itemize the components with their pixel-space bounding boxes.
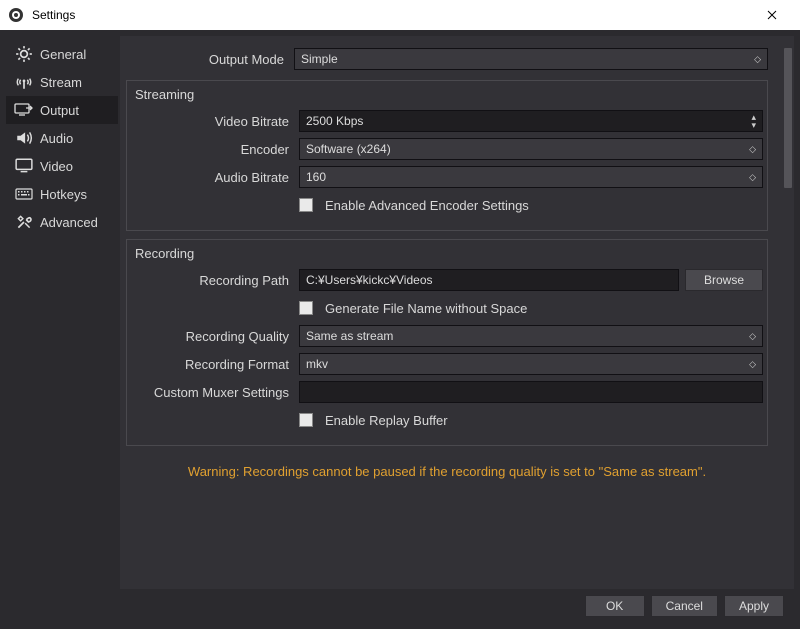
sidebar-item-advanced[interactable]: Advanced [6, 208, 118, 236]
select-value: Software (x264) [306, 142, 391, 156]
main-area: General Stream Output [6, 36, 794, 589]
scrollbar[interactable] [782, 46, 794, 579]
antenna-icon [14, 74, 34, 90]
monitor-arrow-icon [14, 102, 34, 118]
sidebar-item-hotkeys[interactable]: Hotkeys [6, 180, 118, 208]
recording-format-select[interactable]: mkv ◇ [299, 353, 763, 375]
output-mode-label: Output Mode [126, 52, 294, 67]
video-bitrate-label: Video Bitrate [131, 114, 299, 129]
sidebar-item-audio[interactable]: Audio [6, 124, 118, 152]
encoder-label: Encoder [131, 142, 299, 157]
select-value: Same as stream [306, 329, 393, 343]
settings-window: Settings General Stream [0, 0, 800, 629]
scroll-thumb[interactable] [784, 48, 792, 188]
sidebar-item-general[interactable]: General [6, 40, 118, 68]
speaker-icon [14, 130, 34, 146]
tools-icon [14, 214, 34, 230]
sidebar-item-label: Output [40, 103, 79, 118]
custom-muxer-label: Custom Muxer Settings [131, 385, 299, 400]
monitor-icon [14, 158, 34, 174]
sidebar-item-video[interactable]: Video [6, 152, 118, 180]
select-value: Simple [301, 52, 338, 66]
recording-quality-select[interactable]: Same as stream ◇ [299, 325, 763, 347]
sidebar-item-label: Hotkeys [40, 187, 87, 202]
generate-filename-label: Generate File Name without Space [325, 301, 527, 316]
streaming-title: Streaming [131, 87, 763, 108]
recording-path-label: Recording Path [131, 273, 299, 288]
encoder-select[interactable]: Software (x264) ◇ [299, 138, 763, 160]
sidebar-item-label: Video [40, 159, 73, 174]
content-inner: Output Mode Simple ◇ Streaming Video Bit… [120, 46, 782, 579]
sidebar-item-output[interactable]: Output [6, 96, 118, 124]
recording-format-label: Recording Format [131, 357, 299, 372]
generate-filename-checkbox[interactable] [299, 301, 313, 315]
recording-path-input[interactable]: C:¥Users¥kickc¥Videos [299, 269, 679, 291]
window-title: Settings [32, 8, 752, 22]
input-value: 2500 Kbps [306, 114, 363, 128]
enable-replay-buffer-label: Enable Replay Buffer [325, 413, 448, 428]
recording-title: Recording [131, 246, 763, 267]
sidebar-item-label: Stream [40, 75, 82, 90]
app-logo-icon [8, 7, 24, 23]
gear-icon [14, 46, 34, 62]
chevron-updown-icon: ◇ [749, 145, 756, 153]
custom-muxer-input[interactable] [299, 381, 763, 403]
recording-quality-label: Recording Quality [131, 329, 299, 344]
window-body: General Stream Output [0, 30, 800, 629]
ok-button[interactable]: OK [585, 595, 645, 617]
recording-group: Recording Recording Path C:¥Users¥kickc¥… [126, 239, 768, 446]
chevron-updown-icon: ◇ [749, 360, 756, 368]
content-panel: Output Mode Simple ◇ Streaming Video Bit… [120, 36, 794, 589]
video-bitrate-input[interactable]: 2500 Kbps ▴▾ [299, 110, 763, 132]
audio-bitrate-select[interactable]: 160 ◇ [299, 166, 763, 188]
cancel-button[interactable]: Cancel [651, 595, 718, 617]
keyboard-icon [14, 186, 34, 202]
enable-advanced-encoder-label: Enable Advanced Encoder Settings [325, 198, 529, 213]
input-value: C:¥Users¥kickc¥Videos [306, 273, 433, 287]
apply-button[interactable]: Apply [724, 595, 784, 617]
sidebar-item-label: Audio [40, 131, 73, 146]
select-value: mkv [306, 357, 328, 371]
chevron-updown-icon: ◇ [749, 332, 756, 340]
sidebar-item-stream[interactable]: Stream [6, 68, 118, 96]
footer: OK Cancel Apply [6, 589, 794, 623]
enable-advanced-encoder-checkbox[interactable] [299, 198, 313, 212]
chevron-updown-icon: ◇ [754, 55, 761, 63]
sidebar: General Stream Output [6, 36, 118, 589]
sidebar-item-label: General [40, 47, 86, 62]
select-value: 160 [306, 170, 326, 184]
chevron-updown-icon: ◇ [749, 173, 756, 181]
sidebar-item-label: Advanced [40, 215, 98, 230]
spinner-icon: ▴▾ [751, 113, 756, 129]
close-button[interactable] [752, 0, 792, 30]
audio-bitrate-label: Audio Bitrate [131, 170, 299, 185]
output-mode-select[interactable]: Simple ◇ [294, 48, 768, 70]
browse-button[interactable]: Browse [685, 269, 763, 291]
streaming-group: Streaming Video Bitrate 2500 Kbps ▴▾ [126, 80, 768, 231]
warning-text: Warning: Recordings cannot be paused if … [120, 452, 774, 479]
enable-replay-buffer-checkbox[interactable] [299, 413, 313, 427]
titlebar: Settings [0, 0, 800, 30]
